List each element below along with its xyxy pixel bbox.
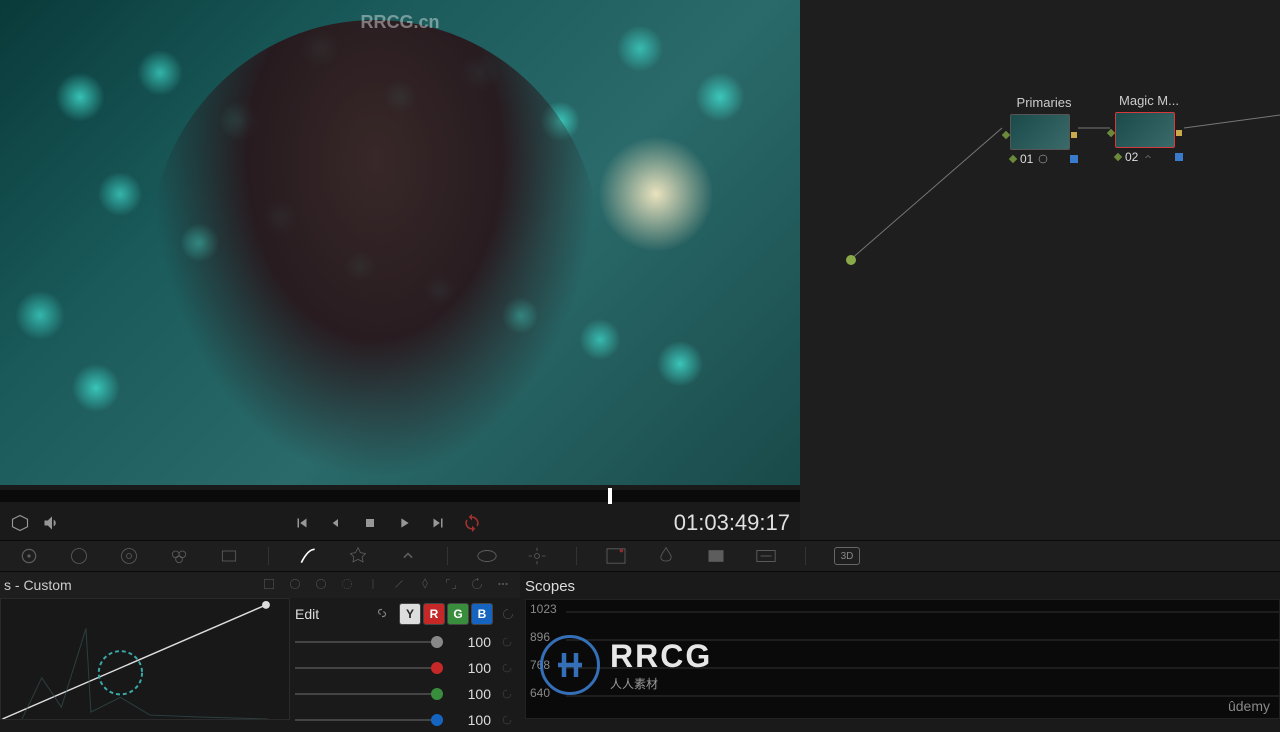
node-input-dot[interactable]	[846, 255, 856, 265]
rgb-mixer-icon[interactable]	[168, 545, 190, 567]
primaries-wheels-icon[interactable]	[18, 545, 40, 567]
stereo-3d-icon[interactable]: 3D	[834, 547, 860, 565]
curves-panel-header: s - Custom	[0, 572, 520, 598]
node-number: 02	[1125, 150, 1138, 164]
g-value[interactable]: 100	[453, 686, 491, 702]
node-number: 01	[1020, 152, 1033, 166]
node-magic-mask[interactable]: Magic M... 02	[1115, 93, 1183, 164]
edit-label: Edit	[295, 606, 319, 622]
node-label: Primaries	[1010, 95, 1078, 110]
rrcg-logo-icon	[540, 635, 600, 695]
curves-editor[interactable]	[0, 598, 290, 720]
toolbar-separator	[268, 547, 269, 565]
rrcg-text: RRCG	[610, 638, 712, 675]
hue-vs-hue-icon[interactable]	[288, 577, 304, 593]
node-thumbnail	[1010, 114, 1070, 150]
primaries-bars-icon[interactable]	[68, 545, 90, 567]
toolbar-separator	[576, 547, 577, 565]
channel-y-button[interactable]: Y	[399, 603, 421, 625]
audio-icon[interactable]	[42, 513, 62, 533]
playhead[interactable]	[608, 488, 612, 504]
hue-vs-sat-icon[interactable]	[314, 577, 330, 593]
b-slider[interactable]	[295, 719, 443, 721]
loop-icon[interactable]	[462, 513, 482, 533]
node-thumbnail	[1115, 112, 1175, 148]
node-graph[interactable]: Primaries 01 Magic M... 02	[800, 0, 1280, 540]
channel-g-button[interactable]: G	[447, 603, 469, 625]
expand-icon[interactable]	[444, 577, 460, 593]
toolbar-separator	[447, 547, 448, 565]
magic-mask-icon[interactable]	[605, 545, 627, 567]
node-alpha-in-icon[interactable]	[1114, 153, 1122, 161]
timeline-scrubber[interactable]	[0, 490, 800, 502]
reset-all-icon[interactable]	[470, 577, 486, 593]
node-primaries[interactable]: Primaries 01	[1010, 95, 1078, 166]
channel-b-button[interactable]: B	[471, 603, 493, 625]
y-slider[interactable]	[295, 641, 443, 643]
viewer[interactable]: RRCG.cn	[0, 0, 800, 485]
rrcg-subtitle: 人人素材	[610, 675, 712, 692]
hue-vs-lum-icon[interactable]	[340, 577, 356, 593]
scopes-title: Scopes	[525, 578, 1280, 595]
next-clip-icon[interactable]	[428, 513, 448, 533]
g-slider[interactable]	[295, 693, 443, 695]
motion-effects-icon[interactable]	[218, 545, 240, 567]
reset-r-icon[interactable]	[501, 661, 515, 675]
link-channels-icon[interactable]	[375, 606, 391, 622]
sizing-icon[interactable]	[755, 545, 777, 567]
node-output[interactable]	[1176, 130, 1182, 136]
curves-icon[interactable]	[297, 545, 319, 567]
y-value[interactable]: 100	[453, 634, 491, 650]
transport-bar: 01:03:49:17	[0, 505, 800, 540]
custom-curves-icon[interactable]	[262, 577, 278, 593]
reset-g-icon[interactable]	[501, 687, 515, 701]
r-value[interactable]: 100	[453, 660, 491, 676]
log-wheels-icon[interactable]	[118, 545, 140, 567]
timecode[interactable]: 01:03:49:17	[674, 510, 790, 536]
viewer-subject	[150, 20, 600, 480]
magic-mask-indicator-icon	[1142, 151, 1154, 163]
color-warper-icon[interactable]	[347, 545, 369, 567]
panel-title: s - Custom	[4, 577, 72, 593]
bypass-icon[interactable]	[10, 513, 30, 533]
key-icon[interactable]	[705, 545, 727, 567]
node-output[interactable]	[1071, 132, 1077, 138]
color-toolbar: 3D	[0, 540, 1280, 572]
reset-edit-icon[interactable]	[501, 607, 515, 621]
play-icon[interactable]	[394, 513, 414, 533]
lum-vs-sat-icon[interactable]	[366, 577, 382, 593]
b-value[interactable]: 100	[453, 712, 491, 728]
r-slider[interactable]	[295, 667, 443, 669]
step-back-icon[interactable]	[326, 513, 346, 533]
tracker-icon[interactable]	[526, 545, 548, 567]
node-label: Magic M...	[1115, 93, 1183, 108]
sat-vs-sat-icon[interactable]	[392, 577, 408, 593]
reset-b-icon[interactable]	[501, 713, 515, 727]
prev-clip-icon[interactable]	[292, 513, 312, 533]
node-alpha-in-icon[interactable]	[1009, 155, 1017, 163]
toolbar-separator	[805, 547, 806, 565]
edit-panel: Edit Y R G B 100 100 100 100	[295, 600, 515, 732]
reset-y-icon[interactable]	[501, 635, 515, 649]
sat-vs-lum-icon[interactable]	[418, 577, 434, 593]
qualifier-icon[interactable]	[397, 545, 419, 567]
window-icon[interactable]	[476, 545, 498, 567]
node-indicator-icon	[1037, 153, 1049, 165]
udemy-watermark: ûdemy	[1228, 698, 1270, 714]
node-alpha-out-icon[interactable]	[1175, 153, 1183, 161]
node-alpha-out-icon[interactable]	[1070, 155, 1078, 163]
channel-r-button[interactable]: R	[423, 603, 445, 625]
blur-icon[interactable]	[655, 545, 677, 567]
rrcg-watermark: RRCG 人人素材	[540, 635, 712, 695]
stop-icon[interactable]	[360, 513, 380, 533]
options-icon[interactable]	[496, 577, 512, 593]
watermark-top: RRCG.cn	[360, 12, 439, 33]
